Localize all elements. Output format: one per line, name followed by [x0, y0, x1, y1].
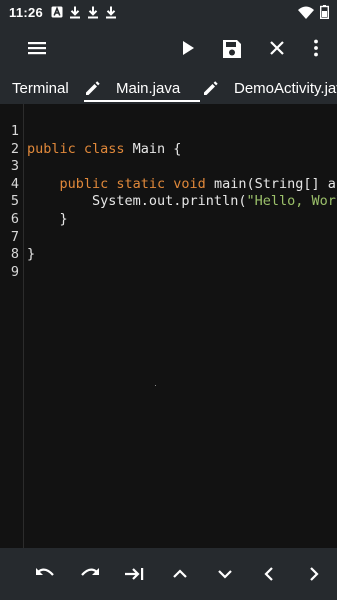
menu-icon[interactable] — [26, 38, 48, 58]
battery-icon — [320, 5, 329, 19]
a-box-icon — [51, 6, 63, 18]
play-icon[interactable] — [178, 38, 198, 58]
status-bar: 11:26 — [0, 0, 337, 24]
code-keyword: public static void — [27, 175, 214, 192]
arrow-down-icon[interactable] — [214, 564, 236, 584]
notification-icons — [51, 6, 117, 19]
line-number: 1 — [10, 123, 19, 139]
close-icon[interactable] — [267, 38, 287, 58]
app-toolbar — [0, 24, 337, 72]
status-time: 11:26 — [9, 4, 44, 20]
arrow-up-icon[interactable] — [169, 564, 191, 584]
line-number: 6 — [10, 211, 19, 227]
tab-indent-icon[interactable] — [123, 564, 145, 584]
line-number: 5 — [10, 193, 19, 210]
code-line[interactable]: public class Main { — [27, 141, 181, 157]
code-line[interactable]: } — [27, 211, 68, 227]
download-icon — [88, 6, 99, 18]
code-text: } — [27, 246, 36, 263]
code-text: System.out.println( — [27, 193, 247, 210]
code-keyword: public class — [27, 140, 133, 157]
tab-demo-activity-java[interactable]: DemoActivity.java — [202, 72, 337, 104]
line-number: 4 — [10, 175, 19, 192]
line-number: 9 — [10, 263, 19, 280]
pencil-icon — [86, 81, 100, 95]
line-number: 3 — [10, 158, 19, 175]
code-string: "Hello, World!" — [246, 193, 337, 210]
pencil-icon — [204, 81, 218, 95]
code-line[interactable]: public static void main(String[] args) { — [27, 176, 337, 192]
tab-label: Main.java — [116, 79, 181, 97]
code-text: } — [27, 211, 68, 227]
file-tabs: Terminal Main.java DemoActivity.java — [0, 72, 337, 104]
code-line[interactable]: System.out.println("Hello, World!"); — [27, 193, 337, 209]
redo-icon[interactable] — [79, 564, 101, 584]
tab-main-java[interactable]: Main.java — [84, 72, 200, 104]
cursor-dot — [155, 385, 156, 386]
wifi-icon — [298, 6, 314, 19]
undo-icon[interactable] — [34, 564, 56, 584]
tab-label: DemoActivity.java — [234, 79, 337, 97]
code-text: main(String[] args) { — [213, 175, 337, 192]
active-tab-indicator — [84, 100, 200, 102]
line-number-gutter: 123456789 — [0, 104, 24, 548]
code-editor[interactable]: 123456789 public class Main { public sta… — [0, 104, 337, 548]
more-vert-icon[interactable] — [306, 38, 326, 58]
code-text: Main { — [132, 140, 182, 157]
code-line[interactable]: } — [27, 246, 35, 262]
bottom-toolbar — [0, 548, 337, 600]
download-icon — [70, 6, 81, 18]
tab-terminal[interactable]: Terminal — [12, 72, 69, 104]
line-number: 2 — [10, 140, 19, 157]
line-number: 8 — [10, 246, 19, 263]
line-number: 7 — [10, 228, 19, 245]
download-icon — [106, 6, 117, 18]
system-icons — [298, 5, 329, 19]
tab-label: Terminal — [12, 79, 69, 97]
save-icon[interactable] — [221, 38, 243, 60]
arrow-right-icon[interactable] — [303, 564, 325, 584]
arrow-left-icon[interactable] — [258, 564, 280, 584]
